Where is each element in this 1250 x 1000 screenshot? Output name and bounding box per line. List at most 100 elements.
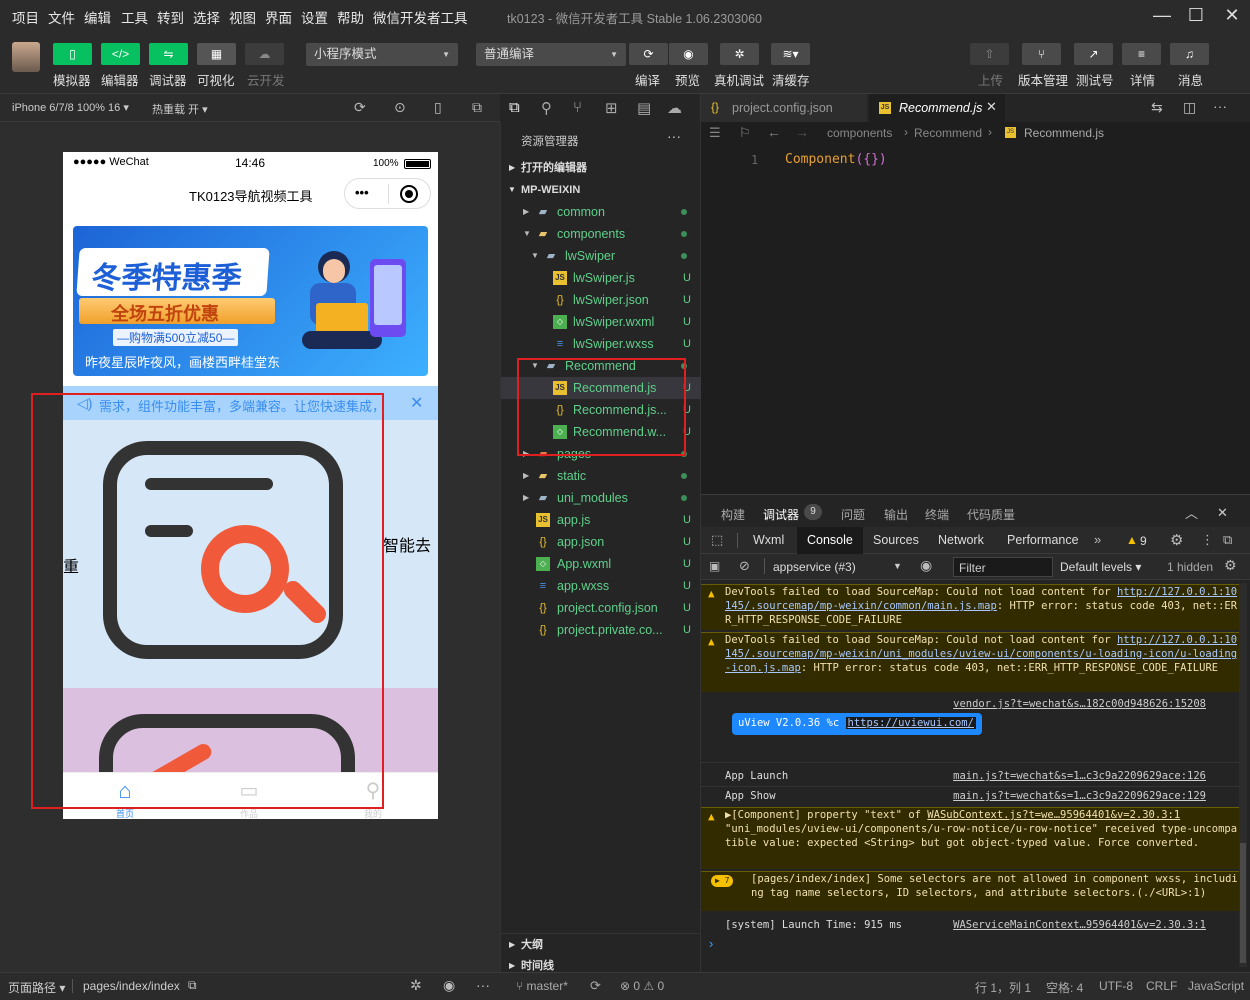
compile-select[interactable]: 普通编译 ▼ [476,43,626,66]
cloud-dev-icon[interactable]: ☁ [667,99,682,117]
tree-item-lwswiper-wxss[interactable]: ≡ lwSwiper.wxss U [501,333,701,355]
search-icon[interactable]: ⚲ [541,99,552,117]
more-actions-icon[interactable]: ··· [1213,98,1227,114]
visual-toggle-icon[interactable]: ▦ [197,43,236,65]
extensions-icon[interactable]: ⊞ [605,99,618,117]
source-link[interactable]: main.js?t=wechat&s=1…c3c9a2209629ace:129 [953,789,1206,803]
project-root-section[interactable]: ▼ MP-WEIXIN [501,179,701,201]
panel-tab-debugger[interactable]: 调试器 [763,506,799,523]
menu-tools[interactable]: 工具 [121,7,148,27]
dock-icon[interactable]: ⧉ [1223,532,1232,548]
devtab-sources[interactable]: Sources [863,527,929,554]
message-icon[interactable]: ♫ [1170,43,1209,65]
bug-icon[interactable]: ✲ [410,977,422,994]
tree-item-app-wxml[interactable]: ◇ App.wxml U [501,553,701,575]
clear-cache-icon[interactable]: ≋▾ [771,43,810,65]
source-link[interactable]: WAServiceMainContext…95964401&v=2.30.3:1 [953,918,1206,932]
open-editors-section[interactable]: ▶ 打开的编辑器 [501,157,701,179]
tree-item-project-config[interactable]: {} project.config.json U [501,597,701,619]
preview-icon[interactable]: ◉ [669,43,708,65]
forward-arrow-icon[interactable]: → [795,124,809,140]
back-arrow-icon[interactable]: ← [767,124,781,140]
panel-tab-build[interactable]: 构建 [721,506,745,523]
panel-tab-problems[interactable]: 问题 [841,506,865,523]
line-ending[interactable]: CRLF [1146,979,1177,993]
outline-section[interactable]: ▶ 大纲 [501,933,701,955]
compare-icon[interactable]: ⇆ [1151,99,1163,116]
close-mini-icon[interactable] [400,185,418,203]
source-link[interactable]: WASubContext.js?t=we…95964401&v=2.30.3:1 [927,809,1180,821]
tree-item-app-js[interactable]: JS app.js U [501,509,701,531]
swiper-banner[interactable]: 冬季特惠季 全场五折优惠 —购物满500立减50— 昨夜星辰昨夜风，画楼西畔桂堂… [73,226,428,376]
collapse-panel-icon[interactable]: ︿ [1185,503,1198,522]
sync-icon[interactable]: ⟳ [590,978,601,994]
devtab-console[interactable]: Console [797,527,863,554]
explorer-more-icon[interactable]: ··· [667,128,681,144]
log-levels-select[interactable]: Default levels ▾ [1060,560,1141,574]
language-mode[interactable]: JavaScript [1188,979,1244,993]
menu-interface[interactable]: 界面 [265,7,292,27]
layout-icon[interactable]: ▤ [637,99,651,117]
tree-item-lwswiper-wxml[interactable]: ◇ lwSwiper.wxml U [501,311,701,333]
panel-tab-output[interactable]: 输出 [884,506,908,523]
tab-recommend-js[interactable]: JS Recommend.js ✕ [869,94,1005,122]
kebab-menu-icon[interactable]: ⋮ [1201,532,1214,548]
devtab-performance[interactable]: Performance [997,527,1089,554]
menu-view[interactable]: 视图 [229,7,256,27]
menu-settings[interactable]: 设置 [301,7,328,27]
phone-icon[interactable]: ▯ [434,99,442,116]
panel-tab-quality[interactable]: 代码质量 [967,506,1015,523]
menu-file[interactable]: 文件 [48,7,75,27]
close-tab-icon[interactable]: ✕ [986,99,997,115]
eye-icon[interactable]: ◉ [920,557,932,574]
capsule-menu[interactable]: ••• [344,178,431,209]
mode-select[interactable]: 小程序模式 ▼ [306,43,458,66]
console-settings-icon[interactable]: ⚙ [1224,557,1237,574]
problems-indicator[interactable]: ⊗ 0 ⚠ 0 [620,979,664,993]
console-prompt[interactable]: › [709,936,713,951]
details-icon[interactable]: ≡ [1122,43,1161,65]
stop-icon[interactable]: ⊙ [394,99,406,116]
sidebar-toggle-icon[interactable]: ▣ [709,559,720,573]
tree-item-lwswiper[interactable]: ▼ ▰ lwSwiper [501,245,701,267]
tree-item-uni-modules[interactable]: ▶ ▰ uni_modules [501,487,701,509]
indentation[interactable]: 空格: 4 [1046,979,1083,996]
branch-indicator[interactable]: ⑂ master* [516,979,568,993]
editor-toggle-icon[interactable]: </> [101,43,140,65]
breadcrumb-recommend[interactable]: Recommend [914,126,982,140]
breadcrumb-file[interactable]: Recommend.js [1024,126,1104,140]
close-panel-icon[interactable]: ✕ [1217,505,1228,521]
debugger-toggle-icon[interactable]: ⇋ [149,43,188,65]
devtab-wxml[interactable]: Wxml [743,527,794,554]
menu-project[interactable]: 项目 [12,7,39,27]
device-select[interactable]: iPhone 6/7/8 100% 16 ▾ [12,101,129,114]
cursor-position[interactable]: 行 1，列 1 [975,979,1031,996]
simulator-toggle-icon[interactable]: ▯ [53,43,92,65]
menu-edit[interactable]: 编辑 [84,7,111,27]
tree-item-app-wxss[interactable]: ≡ app.wxss U [501,575,701,597]
clear-console-icon[interactable]: ⊘ [739,558,750,574]
breadcrumb-components[interactable]: components [827,126,892,140]
refresh-icon[interactable]: ⟳ [354,99,366,116]
tree-item-common[interactable]: ▶ ▰ common [501,201,701,223]
tree-item-components[interactable]: ▼ ▰ components [501,223,701,245]
tree-item-project-private[interactable]: {} project.private.co... U [501,619,701,641]
hot-reload-toggle[interactable]: 热重载 开 ▾ [152,101,208,117]
popout-icon[interactable]: ⧉ [472,99,482,116]
split-editor-icon[interactable]: ◫ [1183,99,1196,116]
source-link[interactable]: vendor.js?t=wechat&s…182c00d948626:15208 [953,697,1206,711]
gear-icon[interactable]: ⚙ [1170,531,1183,549]
upload-icon[interactable]: ⇧ [970,43,1009,65]
page-path-select[interactable]: 页面路径 ▾ [8,979,65,996]
warning-group-badge[interactable]: ▶ 7 [711,875,734,887]
encoding[interactable]: UTF-8 [1099,979,1133,993]
test-account-icon[interactable]: ↗ [1074,43,1113,65]
notice-close-icon[interactable]: ✕ [410,393,423,413]
cloud-icon[interactable]: ☁ [245,43,284,65]
menu-help[interactable]: 帮助 [337,7,364,27]
remote-debug-icon[interactable]: ✲ [720,43,759,65]
eye-icon[interactable]: ◉ [443,977,455,994]
more-tabs-icon[interactable]: » [1094,532,1101,547]
copy-icon[interactable]: ⧉ [188,978,197,993]
source-control-icon[interactable]: ⑂ [573,99,582,116]
